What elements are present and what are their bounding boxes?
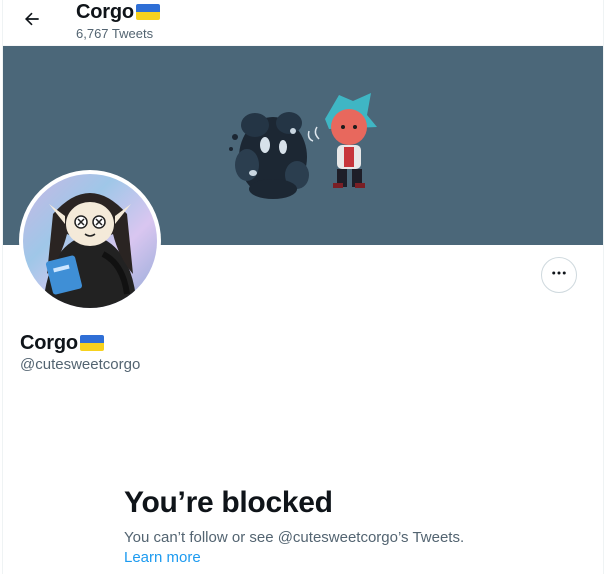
profile-header-bar: Corgo 6,767 Tweets [3, 0, 603, 46]
profile-name-row: Corgo [20, 331, 104, 355]
blocked-title: You’re blocked [124, 486, 333, 519]
blocked-notice: You’re blocked You can’t follow or see @… [124, 484, 544, 568]
learn-more-link[interactable]: Learn more [124, 548, 201, 568]
header-titles: Corgo 6,767 Tweets [76, 0, 160, 42]
avatar[interactable] [19, 170, 161, 312]
ellipsis-icon [550, 264, 568, 287]
back-button[interactable] [17, 6, 47, 36]
avatar-image [23, 174, 157, 308]
profile-handle: @cutesweetcorgo [20, 356, 141, 373]
blocked-description: You can’t follow or see @cutesweetcorgo’… [124, 529, 465, 546]
arrow-left-icon [22, 9, 42, 34]
header-display-name: Corgo [76, 1, 134, 23]
tweet-count: 6,767 Tweets [76, 26, 154, 41]
ukraine-flag-icon [79, 335, 104, 351]
timeline-column: Corgo 6,767 Tweets Corgo @cutesweetcorgo… [2, 0, 604, 574]
more-options-button[interactable] [541, 257, 577, 293]
header-name-row: Corgo [76, 0, 160, 24]
profile-display-name: Corgo [20, 332, 78, 354]
ukraine-flag-icon [135, 4, 160, 20]
profile-page: Corgo 6,767 Tweets Corgo @cutesweetcorgo… [0, 0, 609, 574]
